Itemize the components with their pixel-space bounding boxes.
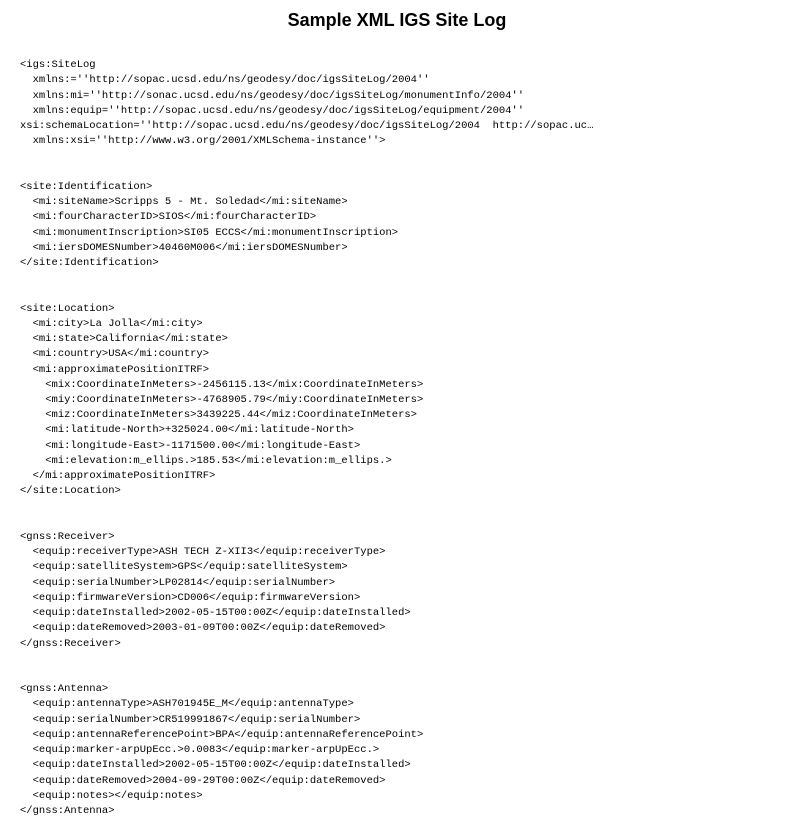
site-identification-block: <site:Identification> <mi:siteName>Scrip…	[20, 181, 398, 269]
page-title: Sample XML IGS Site Log	[20, 10, 774, 31]
gnss-antenna-block: <gnss:Antenna> <equip:antennaType>ASH701…	[20, 683, 423, 817]
site-location-block: <site:Location> <mi:city>La Jolla</mi:ci…	[20, 303, 423, 498]
gnss-receiver-block: <gnss:Receiver> <equip:receiverType>ASH …	[20, 531, 411, 650]
xml-root-open: <igs:SiteLog xmlns:=''http://sopac.ucsd.…	[20, 59, 593, 147]
xml-content: <igs:SiteLog xmlns:=''http://sopac.ucsd.…	[20, 43, 774, 819]
